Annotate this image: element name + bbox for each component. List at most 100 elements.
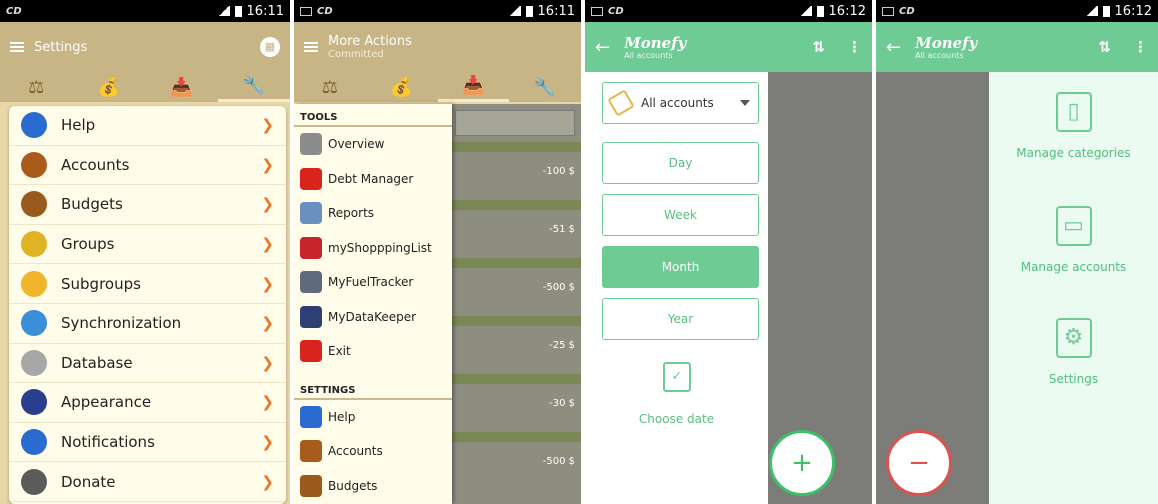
palette-icon xyxy=(21,389,47,416)
account-select-value: All accounts xyxy=(641,96,714,110)
drawer-item[interactable]: myShopppingList xyxy=(294,231,452,266)
choose-date-link[interactable]: Choose date xyxy=(585,412,768,426)
action-manage-categories[interactable]: ▯ Manage categories xyxy=(989,92,1158,160)
wallet-icon: ▭ xyxy=(1055,206,1092,246)
account-subtitle: All accounts xyxy=(624,50,673,60)
carrier-logo: CD xyxy=(6,5,22,17)
calendar-icon[interactable]: ✓ xyxy=(663,362,691,392)
hamburger-icon[interactable] xyxy=(10,42,24,52)
tab-tools[interactable]: 🔧 xyxy=(217,72,290,102)
date-band xyxy=(449,374,581,384)
period-option-day[interactable]: Day xyxy=(602,142,759,184)
back-arrow-icon[interactable]: ← xyxy=(595,37,610,58)
settings-menu-item[interactable]: Notifications ❯ xyxy=(9,423,286,463)
drawer-item-label: Exit xyxy=(328,344,351,359)
drawer-item[interactable]: Budgets xyxy=(294,469,452,504)
action-settings[interactable]: ⚙ Settings xyxy=(989,318,1158,386)
clock: 16:12 xyxy=(1114,3,1152,19)
settings-menu-item[interactable]: Subgroups ❯ xyxy=(9,264,286,304)
drawer-item[interactable]: MyDataKeeper xyxy=(294,300,452,335)
menu-item-label: Groups xyxy=(61,235,115,254)
overflow-menu-icon[interactable]: ⋮ xyxy=(847,38,862,56)
drawer-item-label: Help xyxy=(328,409,356,424)
account-select[interactable]: All accounts xyxy=(602,82,759,124)
drawer-item-label: Reports xyxy=(328,206,375,221)
toolbar: More Actions Committed xyxy=(294,22,581,72)
filter-dropdown[interactable] xyxy=(455,110,575,136)
tab-balance[interactable]: ⚖ xyxy=(294,72,366,102)
money-bag-icon: 💰 xyxy=(97,76,120,98)
overflow-menu-icon[interactable]: ⋮ xyxy=(1133,38,1148,56)
magnifier-icon xyxy=(300,202,322,225)
action-label: Settings xyxy=(1048,372,1099,386)
chevron-right-icon: ❯ xyxy=(261,235,274,254)
chevron-right-icon: ❯ xyxy=(261,314,274,333)
signal-icon xyxy=(508,6,521,16)
transaction-amount: -51 $ xyxy=(549,224,575,235)
action-manage-accounts[interactable]: ▭ Manage accounts xyxy=(989,206,1158,274)
tab-committed[interactable]: 📥 xyxy=(437,72,510,102)
settings-menu-item[interactable]: Groups ❯ xyxy=(9,225,286,265)
period-option-week[interactable]: Week xyxy=(602,194,759,236)
drawer-item[interactable]: MyFuelTracker xyxy=(294,265,452,300)
add-income-button[interactable]: + xyxy=(769,430,835,496)
drawer-item[interactable]: Reports xyxy=(294,196,452,231)
back-arrow-icon[interactable]: ← xyxy=(886,37,901,58)
settings-menu-item[interactable]: Help ❯ xyxy=(9,106,286,146)
battery-icon xyxy=(234,5,242,17)
tab-committed[interactable]: 📥 xyxy=(145,72,218,102)
carrier-logo: CD xyxy=(317,5,333,17)
tab-bar: ⚖ 💰 📥 🔧 xyxy=(294,72,581,102)
gear-icon: ⚙ xyxy=(1055,318,1092,358)
tab-tools[interactable]: 🔧 xyxy=(509,72,581,102)
settings-menu-item[interactable]: Accounts ❯ xyxy=(9,146,286,186)
drawer-item[interactable]: Overview xyxy=(294,127,452,162)
tray-icon: 📥 xyxy=(170,76,193,98)
drawer-item[interactable]: Accounts xyxy=(294,434,452,469)
date-band xyxy=(449,316,581,326)
transaction-list: -100 $ -51 $ -500 $ -25 $ -30 $ -500 $ xyxy=(449,104,581,504)
database-icon xyxy=(21,349,47,376)
clock: 16:11 xyxy=(246,3,284,19)
plus-icon: + xyxy=(791,448,813,478)
drawer-item[interactable]: Exit xyxy=(294,334,452,369)
add-expense-button[interactable]: − xyxy=(886,430,952,496)
help-icon xyxy=(21,112,47,139)
help-icon xyxy=(300,405,322,428)
drawer-item-label: MyDataKeeper xyxy=(328,309,417,324)
tab-budget[interactable]: 💰 xyxy=(366,72,438,102)
transaction-amount: -500 $ xyxy=(542,282,575,293)
cloud-sync-icon xyxy=(21,310,47,337)
tab-balance[interactable]: ⚖ xyxy=(0,72,73,102)
drawer-item-label: myShopppingList xyxy=(328,240,432,255)
basket-icon xyxy=(300,236,322,259)
chevron-right-icon: ❯ xyxy=(261,116,274,135)
chevron-right-icon: ❯ xyxy=(261,353,274,372)
carrier-logo: CD xyxy=(899,5,915,17)
hamburger-icon[interactable] xyxy=(304,42,318,52)
date-band xyxy=(449,258,581,268)
drawer-item-label: Debt Manager xyxy=(328,171,414,186)
transaction-amount: -500 $ xyxy=(542,456,575,467)
settings-menu-item[interactable]: Appearance ❯ xyxy=(9,383,286,423)
settings-menu-item[interactable]: Synchronization ❯ xyxy=(9,304,286,344)
action-label: Manage categories xyxy=(1016,146,1131,160)
drawer-item[interactable]: Debt Manager xyxy=(294,162,452,197)
settings-menu-item[interactable]: Budgets ❯ xyxy=(9,185,286,225)
chevron-right-icon: ❯ xyxy=(261,393,274,412)
phone-period-filter: CD 16:12 ← Monefy All accounts ⇅ ⋮ + All… xyxy=(585,0,872,504)
drawer-item-label: Accounts xyxy=(328,444,383,459)
tools-icon: 🔧 xyxy=(242,75,265,96)
settings-menu-item[interactable]: Donate ❯ xyxy=(9,462,286,502)
period-option-month[interactable]: Month xyxy=(602,246,759,288)
settings-menu-item[interactable]: Database ❯ xyxy=(9,344,286,384)
period-option-year[interactable]: Year xyxy=(602,298,759,340)
date-band xyxy=(449,200,581,210)
tab-budget[interactable]: 💰 xyxy=(73,72,146,102)
calculator-icon[interactable]: ▦ xyxy=(260,37,280,57)
transfer-icon[interactable]: ⇅ xyxy=(1098,38,1111,56)
signal-icon xyxy=(1085,6,1098,16)
drawer-item[interactable]: Help xyxy=(294,400,452,435)
money-bag-icon xyxy=(300,474,322,497)
transfer-icon[interactable]: ⇅ xyxy=(812,38,825,56)
